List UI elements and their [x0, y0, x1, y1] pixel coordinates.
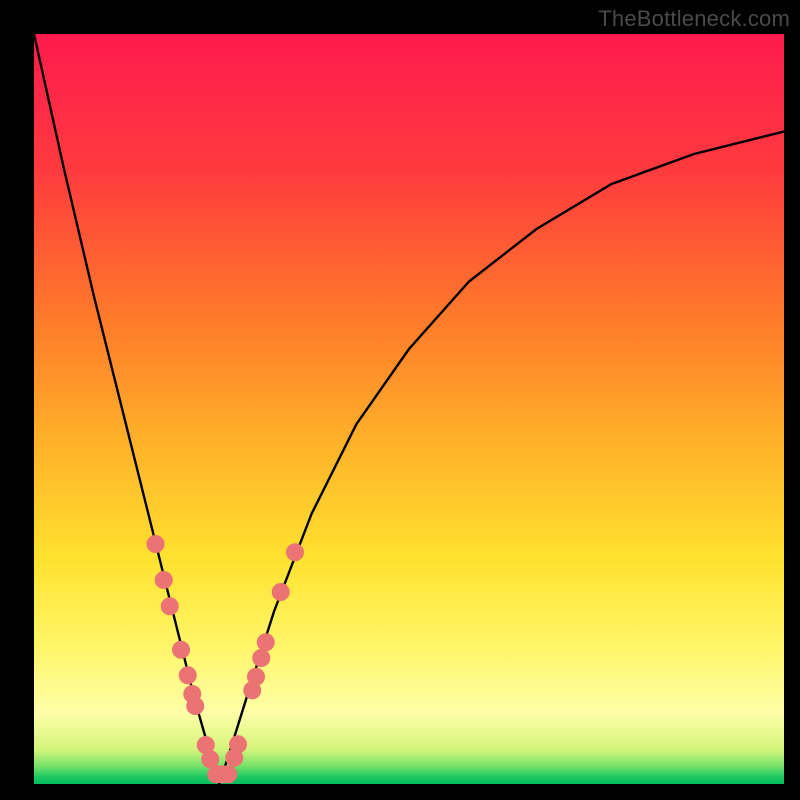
data-point	[219, 765, 237, 783]
data-point	[252, 649, 270, 667]
chart-frame: TheBottleneck.com	[0, 0, 800, 800]
data-point	[147, 535, 165, 553]
data-point	[179, 666, 197, 684]
data-point	[286, 543, 304, 561]
data-point	[161, 597, 179, 615]
data-point	[172, 641, 190, 659]
data-point	[155, 571, 173, 589]
data-point	[272, 583, 290, 601]
plot-area	[34, 34, 784, 784]
gradient-bg	[34, 34, 784, 784]
plot-svg	[34, 34, 784, 784]
data-point	[257, 633, 275, 651]
data-point	[229, 735, 247, 753]
data-point	[247, 668, 265, 686]
watermark-text: TheBottleneck.com	[598, 6, 790, 32]
data-point	[186, 697, 204, 715]
